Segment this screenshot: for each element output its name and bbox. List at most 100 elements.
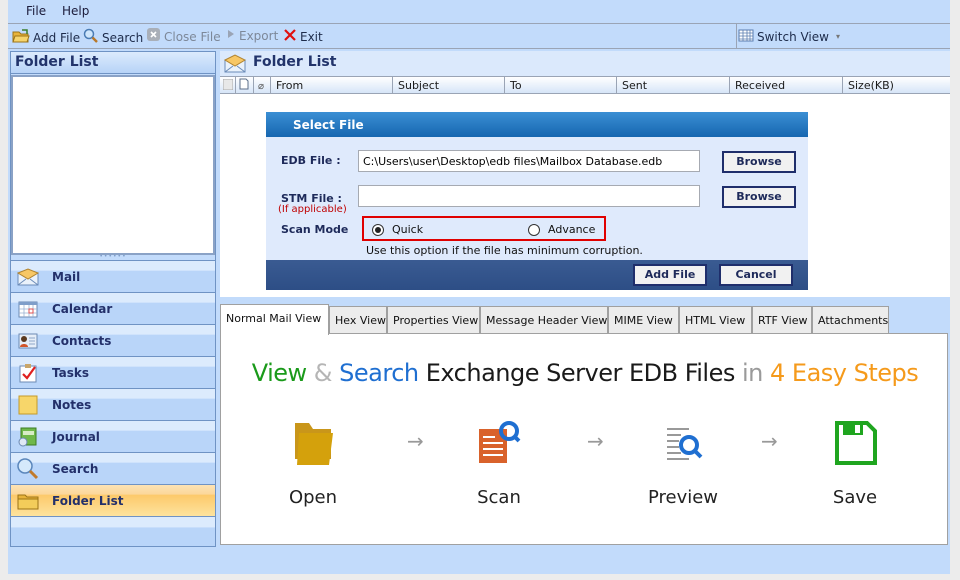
dialog-footer: Add File Cancel: [266, 260, 808, 290]
nav-item-journal[interactable]: Journal: [11, 420, 215, 452]
nav-item-calendar[interactable]: Calendar: [11, 292, 215, 324]
add-file-button[interactable]: Add File: [633, 264, 707, 286]
main-title: Folder List: [253, 54, 337, 70]
folder-icon: [291, 419, 335, 469]
column-received[interactable]: Received: [729, 77, 842, 94]
dialog-title: Select File: [266, 112, 808, 137]
step-label: Preview: [647, 487, 719, 508]
tab-hex-view[interactable]: Hex View: [329, 306, 387, 334]
export-button[interactable]: Export: [226, 28, 278, 43]
close-icon: [283, 28, 297, 45]
scan-mode-hint: Use this option if the file has minimum …: [366, 244, 643, 257]
preview-icon: [661, 419, 705, 469]
message-list-header: ⌀ From Subject To Sent Received Size(KB): [220, 77, 950, 94]
menu-bar: File Help: [8, 0, 950, 23]
exit-button[interactable]: Exit: [283, 28, 323, 45]
main-header: Folder List: [220, 51, 950, 77]
edb-file-input[interactable]: [358, 150, 700, 172]
export-label: Export: [239, 28, 279, 43]
stm-browse-button[interactable]: Browse: [722, 186, 796, 208]
type-column[interactable]: [235, 77, 253, 94]
chevron-down-icon: ▾: [835, 32, 840, 41]
close-file-icon: [147, 28, 161, 45]
cancel-button[interactable]: Cancel: [719, 264, 793, 286]
add-file-label: Add File: [33, 30, 81, 45]
nav-item-folder-list[interactable]: Folder List: [11, 484, 215, 516]
step-open: Open: [263, 419, 363, 508]
contacts-icon: [16, 329, 40, 353]
menu-help[interactable]: Help: [62, 4, 89, 18]
edb-file-label: EDB File :: [281, 154, 341, 167]
toolbar: Add File Search Close File Export Exit S…: [8, 23, 950, 49]
scan-mode-group: Quick Advance: [362, 216, 606, 241]
tab-rtf-view[interactable]: RTF View: [752, 306, 812, 334]
close-file-button[interactable]: Close File: [147, 28, 221, 45]
nav-empty-slot: [11, 516, 215, 546]
quick-radio[interactable]: Quick: [372, 223, 423, 236]
edb-browse-button[interactable]: Browse: [722, 151, 796, 173]
step-label: Open: [288, 487, 338, 508]
view-tabs: Normal Mail View Hex View Properties Vie…: [220, 304, 950, 335]
tab-attachments[interactable]: Attachments: [812, 306, 889, 334]
tab-normal-mail-view[interactable]: Normal Mail View: [220, 304, 329, 335]
mail-icon: [223, 54, 247, 77]
tasks-icon: [16, 361, 40, 385]
arrow-right-icon: →: [761, 429, 778, 453]
scan-document-icon: [477, 419, 521, 469]
tab-properties-view[interactable]: Properties View: [387, 306, 480, 334]
stm-file-note: (If applicable): [278, 204, 347, 215]
nav-label: Calendar: [52, 301, 113, 316]
column-to[interactable]: To: [504, 77, 616, 94]
banner-headline: View & Search Exchange Server EDB Files …: [221, 359, 949, 387]
play-icon: [226, 28, 236, 43]
folder-tree[interactable]: [11, 75, 215, 255]
left-panel: Folder List •••••• Mail Calendar Contact…: [10, 51, 216, 547]
nav-label: Search: [52, 461, 99, 476]
app-window: File Help Add File Search Close File Exp…: [8, 0, 950, 574]
step-scan: Scan: [449, 419, 549, 508]
stm-file-input[interactable]: [358, 185, 700, 207]
search-icon: [83, 28, 99, 47]
open-folder-icon: [12, 28, 30, 47]
switch-view-button[interactable]: Switch View ▾: [738, 28, 840, 45]
column-from[interactable]: From: [270, 77, 392, 94]
headline-amp: &: [306, 359, 340, 387]
nav-item-contacts[interactable]: Contacts: [11, 324, 215, 356]
nav-label: Folder List: [52, 493, 124, 508]
menu-file[interactable]: File: [26, 4, 46, 18]
normal-mail-view-panel: View & Search Exchange Server EDB Files …: [220, 333, 948, 545]
quick-label: Quick: [392, 223, 424, 236]
search-icon: [16, 457, 40, 481]
toolbar-divider: [736, 24, 737, 49]
nav-label: Journal: [52, 429, 100, 444]
tab-message-header-view[interactable]: Message Header View: [480, 306, 608, 334]
nav-item-search[interactable]: Search: [11, 452, 215, 484]
nav-label: Contacts: [52, 333, 112, 348]
search-label: Search: [102, 30, 144, 45]
search-button[interactable]: Search: [83, 28, 143, 47]
attachment-column[interactable]: ⌀: [253, 77, 270, 94]
advance-radio[interactable]: Advance: [528, 223, 595, 236]
tab-html-view[interactable]: HTML View: [679, 306, 752, 334]
column-subject[interactable]: Subject: [392, 77, 504, 94]
tab-mime-view[interactable]: MIME View: [608, 306, 679, 334]
column-sent[interactable]: Sent: [616, 77, 729, 94]
step-save: Save: [805, 419, 905, 508]
scan-mode-label: Scan Mode: [281, 223, 349, 236]
step-label: Save: [832, 487, 878, 508]
nav-item-tasks[interactable]: Tasks: [11, 356, 215, 388]
radio-selected-indicator: [372, 223, 384, 236]
add-file-button[interactable]: Add File: [12, 28, 80, 47]
exit-label: Exit: [300, 29, 323, 44]
nav-item-mail[interactable]: Mail: [11, 260, 215, 292]
select-column[interactable]: [220, 77, 235, 94]
headline-exchange: Exchange Server EDB Files: [418, 359, 742, 387]
grid-view-icon: [738, 28, 754, 45]
nav-label: Notes: [52, 397, 92, 412]
journal-icon: [16, 425, 40, 449]
headline-view: View: [251, 359, 307, 387]
nav-item-notes[interactable]: Notes: [11, 388, 215, 420]
calendar-icon: [16, 297, 40, 321]
step-preview: Preview: [633, 419, 733, 508]
column-size[interactable]: Size(KB): [842, 77, 950, 94]
